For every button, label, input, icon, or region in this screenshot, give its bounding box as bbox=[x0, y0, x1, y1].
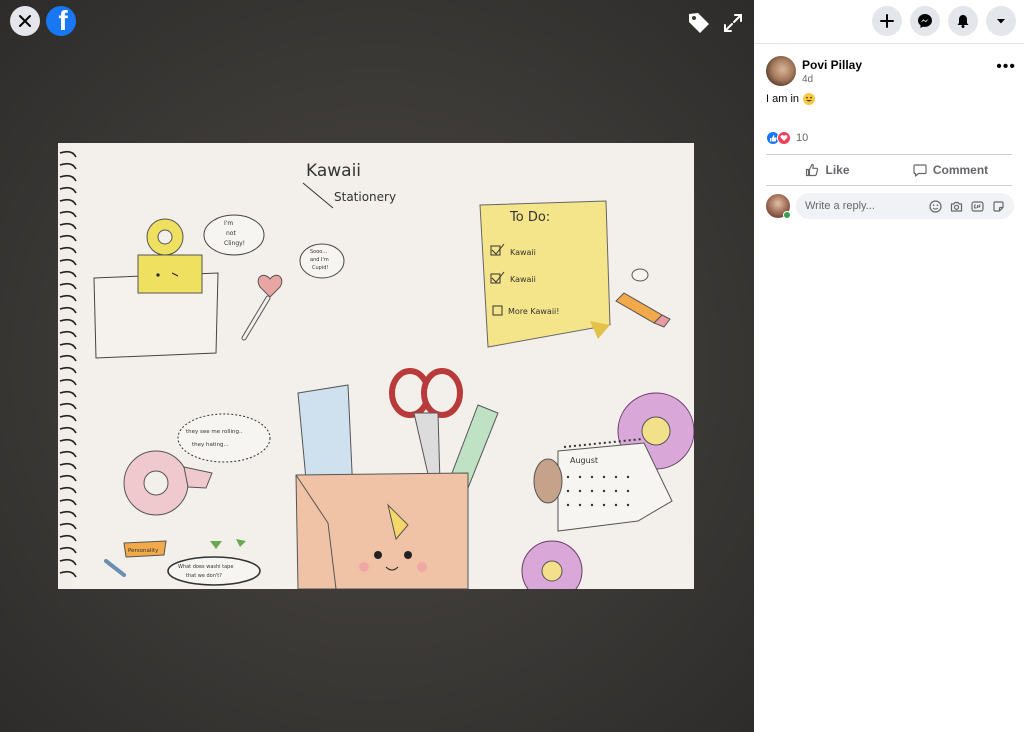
svg-text:and I'm: and I'm bbox=[310, 257, 329, 263]
svg-text:they see me rolling..: they see me rolling.. bbox=[186, 429, 243, 435]
reply-tools bbox=[928, 199, 1006, 214]
svg-text:August: August bbox=[570, 456, 598, 465]
bell-icon bbox=[957, 15, 969, 28]
comment-button[interactable]: Comment bbox=[889, 156, 1012, 184]
emoji-picker-icon[interactable] bbox=[928, 199, 943, 214]
sticker-icon[interactable] bbox=[991, 199, 1006, 214]
more-options-icon[interactable]: ••• bbox=[996, 59, 1016, 75]
todo-note-drawing: To Do: Kawaii Kawaii More Kawaii! bbox=[479, 200, 611, 348]
svg-text:not: not bbox=[226, 230, 236, 237]
svg-text:that we don't?: that we don't? bbox=[186, 573, 222, 579]
plus-icon bbox=[880, 14, 894, 28]
svg-text:To Do:: To Do: bbox=[509, 210, 550, 225]
author-avatar[interactable] bbox=[766, 56, 796, 86]
tag-icon[interactable] bbox=[686, 10, 712, 36]
svg-text:More Kawaii!: More Kawaii! bbox=[508, 307, 559, 316]
reaction-count: 10 bbox=[796, 132, 809, 144]
tape-speech-bubble: they see me rolling.. they hating... bbox=[177, 413, 271, 463]
messenger-button[interactable] bbox=[910, 6, 940, 36]
online-status-dot bbox=[783, 211, 791, 219]
svg-text:What does washi tape: What does washi tape bbox=[178, 564, 233, 570]
messenger-icon bbox=[918, 14, 932, 28]
create-button[interactable] bbox=[872, 6, 902, 36]
post-photo: Kawaii Stationery I'm not Clingy! Sooo..… bbox=[58, 143, 694, 589]
photo-viewer: f Kawaii Stationery I'm not Clingy! Sooo… bbox=[0, 0, 754, 732]
svg-text:they hating...: they hating... bbox=[192, 442, 229, 448]
svg-text:Personality: Personality bbox=[128, 548, 159, 554]
grinning-emoji-icon bbox=[803, 93, 816, 105]
svg-text:Cupid!: Cupid! bbox=[312, 265, 328, 271]
actions-divider-bottom bbox=[766, 185, 1012, 186]
reaction-summary[interactable]: 10 bbox=[766, 131, 808, 145]
gif-icon[interactable] bbox=[970, 199, 985, 214]
comment-icon bbox=[913, 164, 927, 177]
top-actions bbox=[872, 6, 1016, 36]
love-reaction-icon bbox=[777, 131, 791, 145]
drawing-title-2: Stationery bbox=[334, 190, 396, 204]
top-divider bbox=[754, 43, 1024, 44]
comment-sidebar: Povi Pillay 4d ••• I am in 10 Like Comme… bbox=[754, 0, 1024, 732]
comment-label: Comment bbox=[932, 163, 989, 177]
clip-speech-bubble: I'm not Clingy! bbox=[203, 214, 265, 256]
facebook-logo[interactable]: f bbox=[46, 6, 76, 36]
reply-input[interactable] bbox=[805, 200, 923, 212]
post-actions: Like Comment bbox=[766, 156, 1012, 184]
chevron-down-icon bbox=[997, 19, 1005, 24]
svg-text:Sooo...: Sooo... bbox=[310, 249, 327, 255]
like-button[interactable]: Like bbox=[766, 156, 889, 184]
actions-divider-top bbox=[766, 154, 1012, 155]
like-label: Like bbox=[825, 163, 850, 177]
reply-composer bbox=[766, 193, 1016, 219]
svg-text:Clingy!: Clingy! bbox=[224, 240, 245, 247]
close-button[interactable] bbox=[10, 6, 40, 36]
svg-text:Kawaii: Kawaii bbox=[510, 248, 536, 257]
close-icon bbox=[19, 15, 31, 27]
heart-speech-bubble: Sooo... and I'm Cupid! bbox=[299, 243, 345, 279]
post-text-content: I am in bbox=[766, 93, 800, 105]
svg-text:I'm: I'm bbox=[224, 220, 233, 227]
reply-box[interactable] bbox=[796, 193, 1014, 219]
post-text: I am in bbox=[766, 93, 816, 105]
camera-icon[interactable] bbox=[949, 199, 964, 214]
drawing-title-1: Kawaii bbox=[306, 161, 361, 181]
notifications-button[interactable] bbox=[948, 6, 978, 36]
post-time[interactable]: 4d bbox=[802, 74, 813, 85]
post-header: Povi Pillay 4d ••• bbox=[766, 56, 1016, 90]
expand-icon[interactable] bbox=[722, 12, 744, 34]
author-name[interactable]: Povi Pillay bbox=[802, 58, 862, 72]
account-menu-button[interactable] bbox=[986, 6, 1016, 36]
thumbs-up-icon bbox=[806, 163, 819, 177]
svg-text:Kawaii: Kawaii bbox=[510, 275, 536, 284]
